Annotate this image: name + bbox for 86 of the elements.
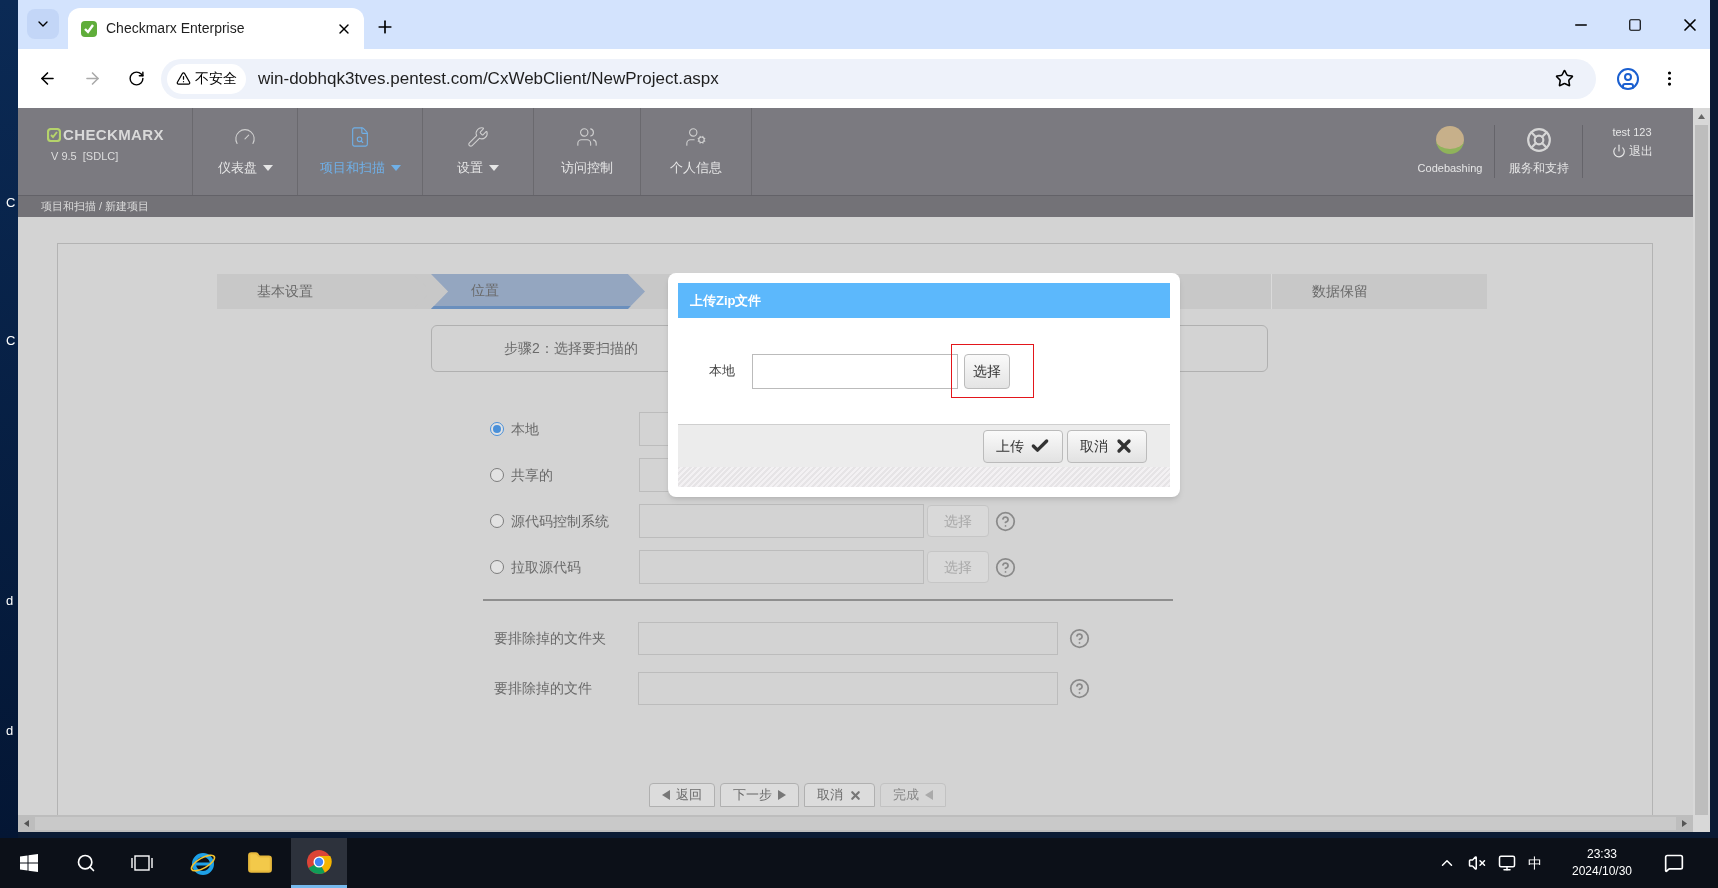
tab-title: Checkmarx Enterprise <box>106 19 246 38</box>
left-triangle-icon <box>662 790 670 800</box>
bookmark-star-icon[interactable] <box>1555 69 1574 88</box>
task-view-icon[interactable] <box>131 854 153 872</box>
profile-icon[interactable] <box>1616 66 1640 91</box>
nav-label: 项目和扫描 <box>319 158 385 177</box>
scroll-up-icon <box>1698 114 1705 119</box>
nav-label: 设置 <box>457 158 483 177</box>
right-triangle-icon <box>778 790 786 800</box>
radio-button[interactable] <box>490 422 504 436</box>
option-label: 共享的 <box>511 465 554 485</box>
codebashing-link[interactable]: Codebashing <box>1406 108 1494 195</box>
active-app-tab[interactable] <box>291 838 347 888</box>
address-bar[interactable]: 不安全 win-dobhqk3tves.pentest.com/CxWebClient/NewProject.aspx <box>161 58 1596 99</box>
nav-label: 仪表盘 <box>217 158 257 177</box>
dialog-button[interactable]: 取消 <box>1067 429 1147 463</box>
exclusion-label: 要排除掉的文件 <box>494 679 593 698</box>
browser-tab[interactable]: Checkmarx Enterprise <box>68 8 364 49</box>
back-icon[interactable] <box>38 69 57 88</box>
option-label: 本地 <box>511 419 540 439</box>
windows-logo-icon[interactable] <box>20 854 38 872</box>
path-field[interactable] <box>639 504 924 538</box>
wizard-step[interactable]: 位置 <box>431 274 645 309</box>
speaker-muted-icon[interactable] <box>1468 854 1486 872</box>
url-text: win-dobhqk3tves.pentest.com/CxWebClient/NewProject.aspx <box>258 67 720 90</box>
user-name: test 123 <box>1612 125 1652 140</box>
dialog-button[interactable]: 上传 <box>983 429 1063 463</box>
logo-mark-icon <box>47 128 61 143</box>
horizontal-scrollbar[interactable] <box>18 815 1693 832</box>
desktop-icon-label: d <box>6 724 14 737</box>
left-triangle-icon <box>925 790 933 800</box>
instruction-text: 步骤2：选择要扫描的 <box>504 339 638 358</box>
maximize-icon[interactable] <box>1628 17 1642 32</box>
caret-icon <box>489 164 499 171</box>
option-label: 源代码控制系统 <box>511 511 610 531</box>
input-method-indicator[interactable]: 中 <box>1528 852 1542 874</box>
wizard-nav-button[interactable]: 下一步 <box>720 783 799 807</box>
avatar-icon <box>1436 126 1464 155</box>
vertical-scrollbar[interactable] <box>1693 108 1710 832</box>
radio-button[interactable] <box>490 468 504 482</box>
file-path-field[interactable] <box>752 353 958 389</box>
logo-text: CHECKMARX <box>63 125 164 145</box>
close-icon <box>1114 436 1134 456</box>
security-chip[interactable]: 不安全 <box>167 63 246 94</box>
check-logo-icon <box>80 19 98 38</box>
radio-button[interactable] <box>490 560 504 574</box>
nav-label: 访问控制 <box>561 158 613 177</box>
close-icon <box>849 788 862 802</box>
browse-button[interactable]: 选择 <box>964 353 1010 389</box>
support-link[interactable]: 服务和支持 <box>1495 108 1582 195</box>
version-label: V 9.5 [SDLC] <box>51 148 120 164</box>
wizard-nav-button[interactable]: 返回 <box>649 783 715 807</box>
dialog-title: 上传Zip文件 <box>690 291 762 310</box>
wizard-nav-button[interactable]: 取消 <box>804 783 875 807</box>
notification-icon[interactable] <box>1664 853 1684 873</box>
scroll-left-icon <box>24 820 29 827</box>
exclusion-label: 要排除掉的文件夹 <box>494 629 607 648</box>
security-label: 不安全 <box>195 69 237 88</box>
logout-link[interactable]: 退出 <box>1611 141 1653 160</box>
nav-icon <box>576 125 598 148</box>
scroll-right-icon <box>1682 820 1687 827</box>
radio-button[interactable] <box>490 514 504 528</box>
caret-icon <box>262 164 273 171</box>
warning-icon <box>176 71 191 86</box>
desktop-icon-label: C <box>6 334 16 347</box>
search-icon[interactable] <box>76 853 96 873</box>
reload-icon[interactable] <box>128 70 145 87</box>
nav-icon <box>685 125 707 148</box>
lifebuoy-icon <box>1525 126 1552 153</box>
desktop-icon-label: C <box>6 196 16 209</box>
caret-icon <box>390 164 401 171</box>
clock-date: 2024/10/30 <box>1571 863 1633 880</box>
clock-time: 23:33 <box>1587 846 1617 863</box>
breadcrumb: 项目和扫描 / 新建项目 <box>41 199 150 215</box>
option-label: 拉取源代码 <box>511 557 582 577</box>
desktop-icon-label: d <box>6 594 14 607</box>
nav-label: 个人信息 <box>670 158 722 177</box>
folder-icon[interactable] <box>247 850 273 876</box>
network-icon[interactable] <box>1498 854 1516 872</box>
field-label: 本地 <box>709 362 736 381</box>
nav-icon <box>467 125 489 148</box>
power-icon <box>1611 143 1626 158</box>
tab-list-button[interactable] <box>27 9 59 39</box>
nav-icon <box>349 125 371 148</box>
clock[interactable]: 23:33 2024/10/30 <box>1562 846 1642 880</box>
chrome-logo-icon <box>306 848 332 875</box>
